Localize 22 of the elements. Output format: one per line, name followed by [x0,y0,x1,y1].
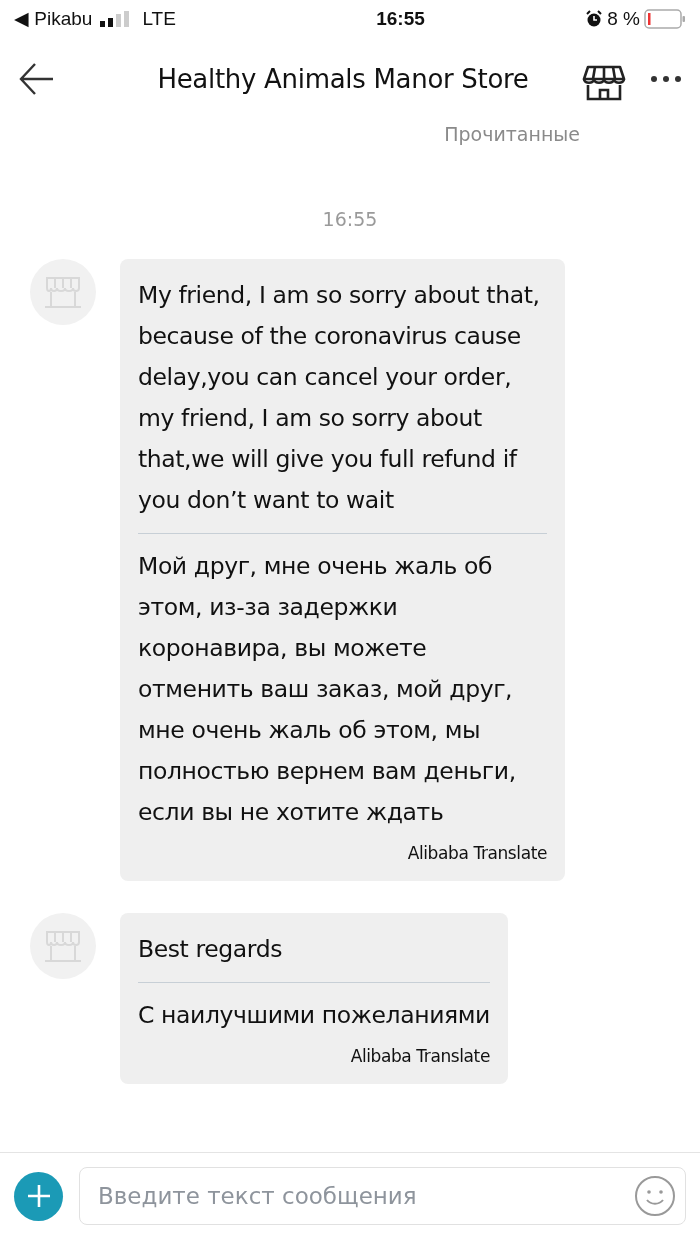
message-time: 16:55 [322,207,378,230]
translated-text: Мой друг, мне очень жаль об этом, из-за задержки коронавира, вы можете отменить ваш заказ, мой друг, мне очень жаль об этом, мы полностью вернем вам деньги, если вы не хотите ждать [138,551,517,828]
battery-icon [644,9,686,29]
add-button[interactable] [14,1171,63,1221]
message-input[interactable]: Введите текст сообщения [79,1167,686,1225]
back-to-app-link[interactable]: ◀ Pikabu [14,4,93,34]
emoji-icon[interactable] [634,1175,676,1217]
read-status: Прочитанные [444,123,580,145]
status-time: 16:55 [376,7,425,29]
more-icon[interactable] [650,75,682,83]
translated-text: С наилучшими пожеланиями [138,1000,490,1031]
back-icon[interactable] [18,62,56,96]
battery-percent: 8 % [607,6,640,31]
translator-label: Alibaba Translate [407,843,547,863]
plus-icon [25,1183,52,1209]
network-label: LTE [142,6,176,31]
signal-icon [100,11,131,27]
message-text: Best regards [138,934,284,965]
alarm-icon [585,10,604,28]
chat-title: Healthy Animals Manor Store [157,63,529,94]
message-text: My friend, I am so sorry about that, because of the coronavirus cause delay,you can cancel your order, my friend, I am so sorry about that,we will give you full refund if you don’t want to wait [138,280,541,516]
translator-label: Alibaba Translate [350,1046,490,1066]
